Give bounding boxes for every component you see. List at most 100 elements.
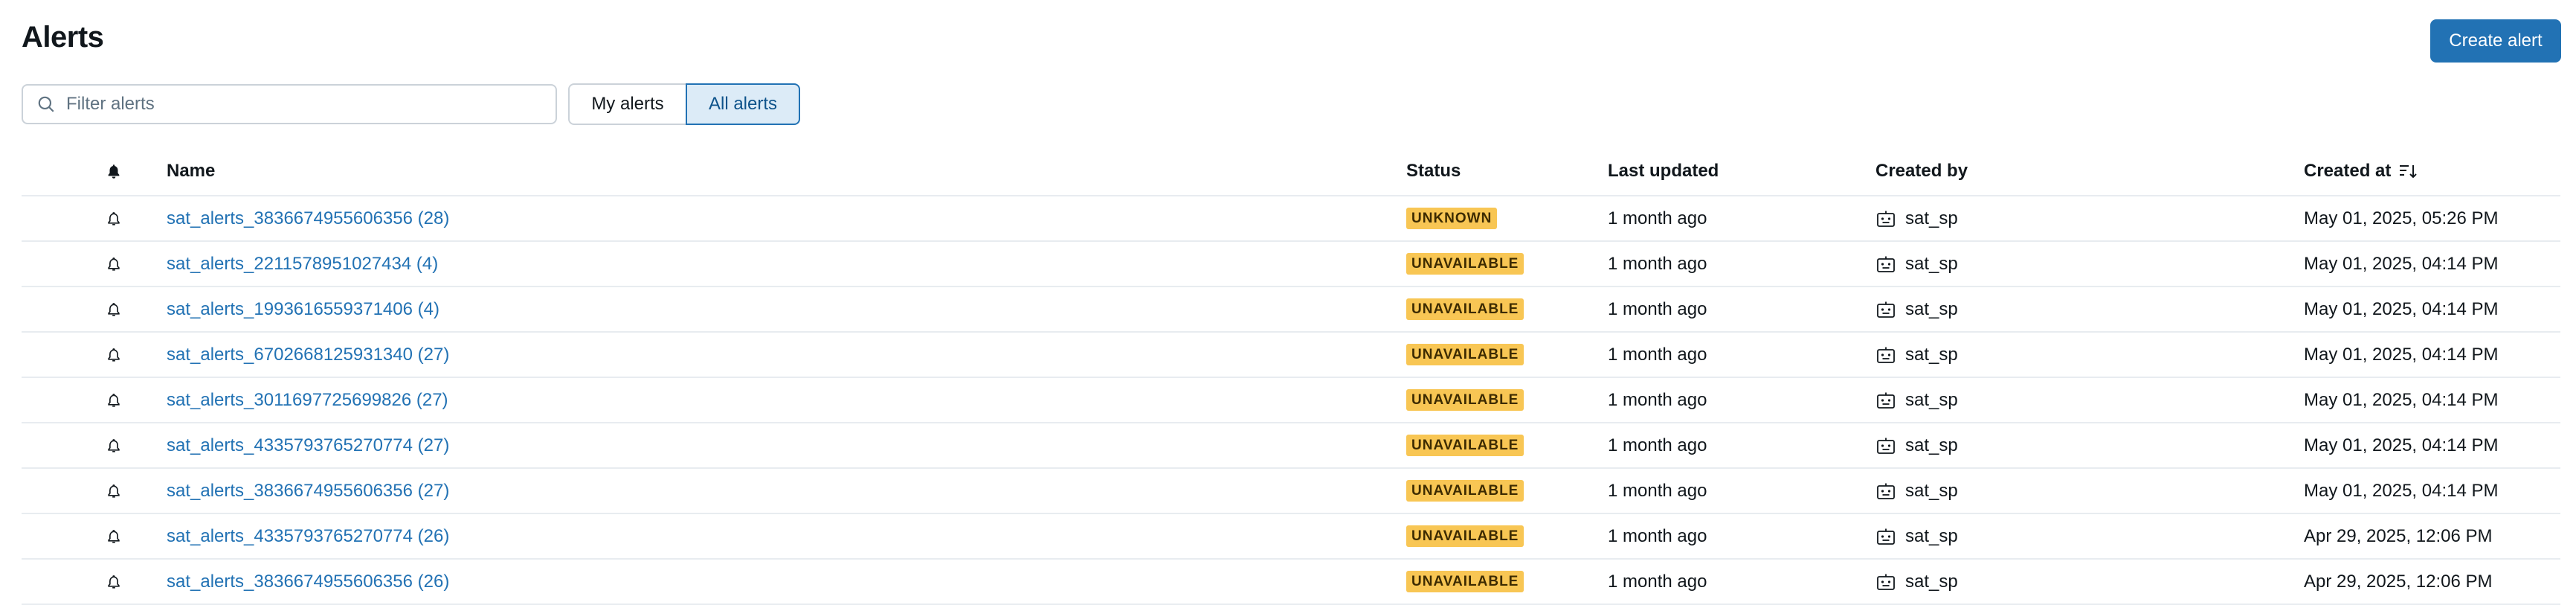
last-updated-cell: 1 month ago [1608, 344, 1707, 365]
status-cell: UNAVAILABLE [1406, 514, 1524, 558]
created-by-cell: sat_sp [1875, 196, 1958, 240]
bell-icon [108, 164, 120, 179]
created-by-column-header[interactable]: Created by [1875, 147, 1968, 195]
created-by-name: sat_sp [1905, 344, 1958, 365]
created-at-cell: May 01, 2025, 04:14 PM [2304, 344, 2499, 365]
notify-cell[interactable] [99, 423, 129, 467]
created-by-cell: sat_sp [1875, 514, 1958, 558]
status-cell: UNAVAILABLE [1406, 287, 1524, 331]
bell-outline-icon[interactable] [106, 346, 122, 364]
created-at-cell: Apr 29, 2025, 12:06 PM [2304, 571, 2493, 592]
alert-name-link[interactable]: sat_alerts_3836674955606356 (26) [167, 572, 449, 592]
robot-icon [1877, 483, 1895, 499]
created-by-name: sat_sp [1905, 435, 1958, 455]
search-icon [38, 96, 54, 112]
robot-icon [1877, 211, 1895, 227]
table-row: sat_alerts_4335793765270774 (27) UNAVAIL… [22, 423, 2560, 469]
bell-outline-icon[interactable] [106, 573, 122, 591]
created-by-name: sat_sp [1905, 571, 1958, 592]
robot-icon [1877, 528, 1895, 545]
status-cell: UNAVAILABLE [1406, 423, 1524, 467]
table-row: sat_alerts_3836674955606356 (28) UNKNOWN… [22, 196, 2560, 242]
table-body: sat_alerts_3836674955606356 (28) UNKNOWN… [22, 196, 2560, 605]
bell-outline-icon[interactable] [106, 255, 122, 273]
table-row: sat_alerts_3836674955606356 (26) UNAVAIL… [22, 560, 2560, 605]
alerts-table: Name Status Last updated Created by Crea… [22, 147, 2560, 605]
created-at-cell: May 01, 2025, 04:14 PM [2304, 389, 2499, 410]
table-header-row: Name Status Last updated Created by Crea… [22, 147, 2560, 196]
robot-icon [1877, 438, 1895, 454]
my-alerts-tab[interactable]: My alerts [568, 83, 687, 125]
alert-name-cell: sat_alerts_1993616559371406 (4) [167, 287, 439, 331]
page-title: Alerts [22, 21, 104, 54]
status-badge: UNKNOWN [1406, 208, 1498, 229]
status-cell: UNKNOWN [1406, 196, 1498, 240]
created-at-cell: Apr 29, 2025, 12:06 PM [2304, 525, 2493, 546]
created-by-name: sat_sp [1905, 525, 1958, 546]
created-by-cell: sat_sp [1875, 242, 1958, 286]
alert-name-link[interactable]: sat_alerts_3836674955606356 (27) [167, 481, 449, 502]
last-updated-cell: 1 month ago [1608, 389, 1707, 410]
filter-alerts-input[interactable] [65, 93, 514, 115]
created-by-name: sat_sp [1905, 208, 1958, 228]
created-at-column-header[interactable]: Created at [2304, 147, 2418, 195]
created-at-label: Created at [2304, 161, 2392, 181]
notify-cell[interactable] [99, 514, 129, 558]
notify-cell[interactable] [99, 378, 129, 422]
status-badge: UNAVAILABLE [1406, 389, 1524, 411]
created-by-name: sat_sp [1905, 480, 1958, 501]
table-row: sat_alerts_2211578951027434 (4) UNAVAILA… [22, 242, 2560, 287]
alert-name-cell: sat_alerts_3836674955606356 (27) [167, 469, 449, 513]
status-column-header[interactable]: Status [1406, 147, 1461, 195]
status-cell: UNAVAILABLE [1406, 560, 1524, 604]
alert-name-cell: sat_alerts_4335793765270774 (27) [167, 423, 449, 467]
alert-name-link[interactable]: sat_alerts_4335793765270774 (26) [167, 526, 449, 547]
name-column-header[interactable]: Name [167, 147, 215, 195]
robot-icon [1877, 256, 1895, 272]
bell-outline-icon[interactable] [106, 391, 122, 409]
filter-alerts-field[interactable] [22, 84, 557, 124]
table-row: sat_alerts_3836674955606356 (27) UNAVAIL… [22, 469, 2560, 514]
robot-icon [1877, 347, 1895, 363]
bell-outline-icon[interactable] [106, 437, 122, 455]
alert-name-link[interactable]: sat_alerts_2211578951027434 (4) [167, 254, 438, 275]
alert-name-link[interactable]: sat_alerts_6702668125931340 (27) [167, 345, 449, 365]
robot-icon [1877, 392, 1895, 409]
alert-name-link[interactable]: sat_alerts_1993616559371406 (4) [167, 299, 439, 320]
created-at-cell: May 01, 2025, 04:14 PM [2304, 253, 2499, 274]
bell-outline-icon[interactable] [106, 528, 122, 545]
status-cell: UNAVAILABLE [1406, 242, 1524, 286]
last-updated-cell: 1 month ago [1608, 435, 1707, 455]
bell-outline-icon[interactable] [106, 301, 122, 318]
last-updated-cell: 1 month ago [1608, 480, 1707, 501]
alert-name-link[interactable]: sat_alerts_3836674955606356 (28) [167, 208, 449, 229]
notify-cell[interactable] [99, 469, 129, 513]
alert-name-link[interactable]: sat_alerts_4335793765270774 (27) [167, 435, 449, 456]
notify-cell[interactable] [99, 333, 129, 377]
status-badge: UNAVAILABLE [1406, 480, 1524, 502]
created-by-cell: sat_sp [1875, 333, 1958, 377]
notify-cell[interactable] [99, 287, 129, 331]
create-alert-button[interactable]: Create alert [2430, 19, 2561, 63]
created-at-cell: May 01, 2025, 05:26 PM [2304, 208, 2499, 228]
bell-outline-icon[interactable] [106, 482, 122, 500]
bell-outline-icon[interactable] [106, 210, 122, 228]
robot-icon [1877, 301, 1895, 318]
alert-name-link[interactable]: sat_alerts_3011697725699826 (27) [167, 390, 448, 411]
alert-name-cell: sat_alerts_4335793765270774 (26) [167, 514, 449, 558]
alerts-scope-toggle: My alerts All alerts [568, 83, 800, 125]
sort-descending-icon[interactable] [2398, 163, 2418, 179]
notify-cell[interactable] [99, 196, 129, 240]
last-updated-column-header[interactable]: Last updated [1608, 147, 1719, 195]
all-alerts-tab[interactable]: All alerts [686, 83, 800, 125]
created-at-cell: May 01, 2025, 04:14 PM [2304, 480, 2499, 501]
status-badge: UNAVAILABLE [1406, 298, 1524, 320]
table-row: sat_alerts_4335793765270774 (26) UNAVAIL… [22, 514, 2560, 560]
status-badge: UNAVAILABLE [1406, 253, 1524, 275]
status-badge: UNAVAILABLE [1406, 525, 1524, 547]
notify-cell[interactable] [99, 560, 129, 604]
notify-column-header [99, 147, 129, 195]
created-by-name: sat_sp [1905, 389, 1958, 410]
notify-cell[interactable] [99, 242, 129, 286]
status-badge: UNAVAILABLE [1406, 571, 1524, 592]
